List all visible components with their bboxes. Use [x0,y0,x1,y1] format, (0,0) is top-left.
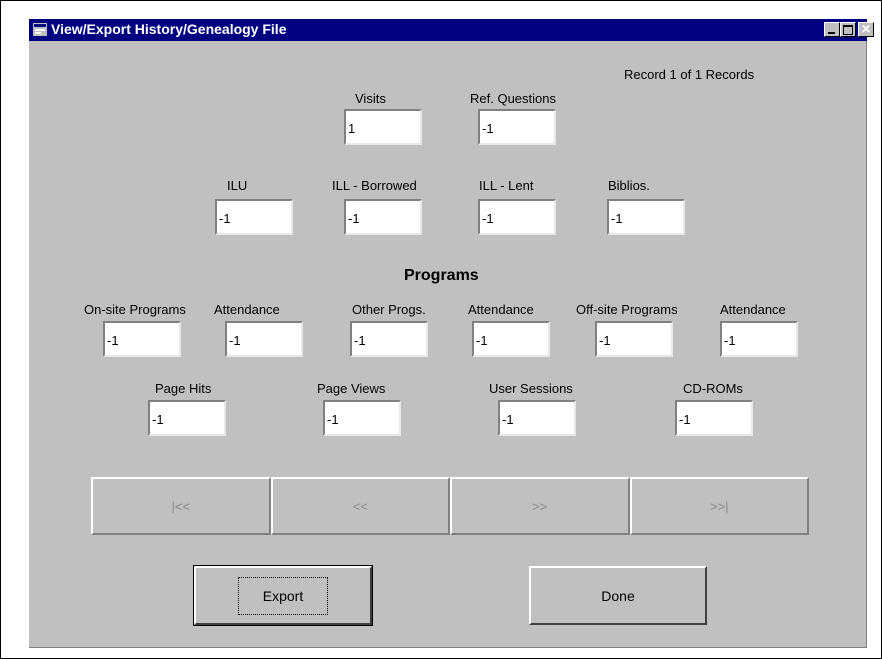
user-sessions-label: User Sessions [489,381,573,396]
biblios-field[interactable] [607,199,685,235]
maximize-button[interactable] [840,22,856,37]
cd-roms-field[interactable] [675,400,753,436]
ill-lent-field[interactable] [478,199,556,235]
form-icon [33,23,47,36]
offsite-programs-field[interactable] [595,321,673,357]
ilu-label: ILU [227,178,248,193]
previous-record-button[interactable]: << [270,477,450,535]
done-button[interactable]: Done [529,566,707,625]
ref-questions-field[interactable] [478,109,556,145]
export-button-label: Export [237,576,329,615]
record-status: Record 1 of 1 Records [624,67,755,82]
visits-label: Visits [355,91,386,106]
page-views-field[interactable] [323,400,401,436]
ilu-field[interactable] [215,199,293,235]
page-views-label: Page Views [317,381,386,396]
onsite-programs-field[interactable] [103,321,181,357]
close-button[interactable]: ✕ [858,22,874,37]
ill-borrowed-label: ILL - Borrowed [332,178,417,193]
other-attendance-field[interactable] [472,321,550,357]
page-hits-field[interactable] [148,400,226,436]
export-history-window: View/Export History/Genealogy File ✕ Rec… [29,19,874,648]
next-record-button[interactable]: >> [450,477,630,535]
user-sessions-field[interactable] [498,400,576,436]
page-hits-label: Page Hits [155,381,212,396]
biblios-label: Biblios. [608,178,650,193]
onsite-programs-label: On-site Programs [84,302,186,317]
offsite-attendance-label: Attendance [720,302,786,317]
ref-questions-label: Ref. Questions [470,91,556,106]
onsite-attendance-field[interactable] [225,321,303,357]
ill-lent-label: ILL - Lent [479,178,534,193]
maximize-icon [843,25,853,35]
minimize-button[interactable] [824,22,840,37]
other-attendance-label: Attendance [468,302,534,317]
done-button-label: Done [601,587,635,604]
offsite-attendance-field[interactable] [720,321,798,357]
ill-borrowed-field[interactable] [344,199,422,235]
other-progs-label: Other Progs. [352,302,426,317]
title-bar[interactable]: View/Export History/Genealogy File ✕ [29,19,874,41]
minimize-icon [828,32,835,34]
window-title: View/Export History/Genealogy File [51,21,287,37]
visits-field[interactable] [344,109,422,145]
onsite-attendance-label: Attendance [214,302,280,317]
last-record-button[interactable]: >>| [629,477,809,535]
first-record-button[interactable]: |<< [91,477,271,535]
export-button[interactable]: Export [193,565,373,626]
close-icon: ✕ [861,22,872,36]
cd-roms-label: CD-ROMs [683,381,743,396]
offsite-programs-label: Off-site Programs [576,302,678,317]
programs-heading: Programs [404,267,479,284]
other-progs-field[interactable] [350,321,428,357]
record-navigation: |<< << >> >>| [91,477,809,535]
